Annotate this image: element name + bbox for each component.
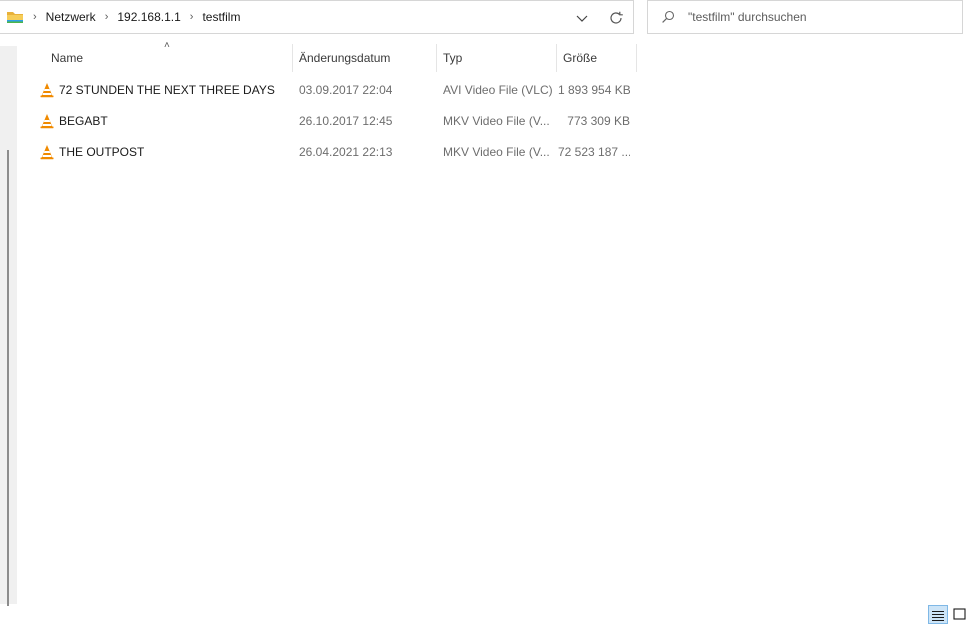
- chevron-down-icon[interactable]: [574, 10, 590, 26]
- vlc-icon: [40, 114, 54, 129]
- search-icon: [662, 10, 675, 23]
- breadcrumb-item-host[interactable]: 192.168.1.1: [117, 10, 180, 24]
- breadcrumb-item-netzwerk[interactable]: Netzwerk: [46, 10, 96, 24]
- vlc-icon: [40, 83, 54, 98]
- column-header-size[interactable]: Größe: [555, 44, 635, 72]
- tiles-view-button[interactable]: [950, 605, 970, 624]
- file-name: THE OUTPOST: [59, 145, 145, 159]
- column-header-type[interactable]: Typ: [435, 44, 555, 72]
- file-date: 26.10.2017 12:45: [299, 114, 393, 128]
- file-date: 03.09.2017 22:04: [299, 83, 393, 97]
- column-header-row: ˄ Name Änderungsdatum Typ Größe: [18, 40, 638, 72]
- top-bar: › Netzwerk › 192.168.1.1 › testfilm "tes…: [0, 0, 976, 38]
- details-view-button[interactable]: [928, 605, 948, 624]
- file-row[interactable]: THE OUTPOST 26.04.2021 22:13 MKV Video F…: [18, 137, 638, 167]
- file-size: 1 893 954 KB: [558, 83, 630, 97]
- file-type: AVI Video File (VLC): [443, 83, 553, 97]
- refresh-icon[interactable]: [607, 9, 625, 27]
- file-row[interactable]: BEGABT 26.10.2017 12:45 MKV Video File (…: [18, 106, 638, 136]
- column-header-date[interactable]: Änderungsdatum: [291, 44, 435, 72]
- file-name: 72 STUNDEN THE NEXT THREE DAYS: [59, 83, 275, 97]
- file-type: MKV Video File (V...: [443, 145, 550, 159]
- column-header-name[interactable]: Name: [43, 44, 293, 72]
- search-input[interactable]: "testfilm" durchsuchen: [688, 10, 807, 24]
- chevron-right-icon[interactable]: ›: [190, 11, 194, 23]
- folder-icon: [7, 12, 23, 23]
- chevron-right-icon[interactable]: ›: [33, 11, 37, 23]
- file-name: BEGABT: [59, 114, 108, 128]
- column-separator[interactable]: [636, 44, 637, 72]
- navigation-pane: [0, 46, 17, 606]
- vlc-icon: [40, 145, 54, 160]
- details-view-icon: [932, 611, 944, 621]
- nav-scrollbar[interactable]: [7, 150, 9, 606]
- file-date: 26.04.2021 22:13: [299, 145, 393, 159]
- breadcrumb: › Netzwerk › 192.168.1.1 › testfilm: [0, 1, 633, 33]
- file-size: 72 523 187 ...: [558, 145, 630, 159]
- tiles-view-icon: [953, 608, 966, 620]
- breadcrumb-item-testfilm[interactable]: testfilm: [202, 10, 240, 24]
- file-type: MKV Video File (V...: [443, 114, 550, 128]
- chevron-right-icon[interactable]: ›: [105, 11, 109, 23]
- file-row[interactable]: 72 STUNDEN THE NEXT THREE DAYS 03.09.201…: [18, 75, 638, 105]
- address-bar[interactable]: › Netzwerk › 192.168.1.1 › testfilm: [0, 0, 634, 34]
- file-size: 773 309 KB: [567, 114, 630, 128]
- search-box[interactable]: "testfilm" durchsuchen: [647, 0, 963, 34]
